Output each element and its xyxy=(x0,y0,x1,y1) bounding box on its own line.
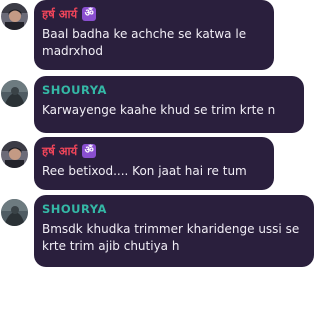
message-text: Bmsdk khudka trimmer kharidenge ussi se … xyxy=(42,222,300,253)
sender-name[interactable]: हर्ष आर्य xyxy=(42,7,77,22)
sender-name[interactable]: हर्ष आर्य xyxy=(42,144,77,159)
message-text: Karwayenge kaahe khud se trim krte n xyxy=(42,103,276,117)
om-badge-icon: ॐ xyxy=(82,7,97,21)
avatar-shourya[interactable] xyxy=(1,199,28,226)
avatar-shourya-image xyxy=(1,80,28,107)
sender-name[interactable]: SHOURYA xyxy=(42,202,107,216)
avatar-harsh-image xyxy=(1,3,28,30)
sender-name[interactable]: SHOURYA xyxy=(42,83,107,97)
message-bubble[interactable]: हर्ष आर्य ॐ Baal badha ke achche se katw… xyxy=(34,0,274,70)
message-text: Ree betixod.... Kon jaat hai re tum xyxy=(42,164,247,178)
message-bubble[interactable]: SHOURYA Bmsdk khudka trimmer kharidenge … xyxy=(34,195,314,267)
om-badge-icon: ॐ xyxy=(82,144,97,158)
chat-thread: हर्ष आर्य ॐ Baal badha ke achche se katw… xyxy=(0,0,320,316)
avatar-harsh-image xyxy=(1,141,28,168)
avatar-shourya[interactable] xyxy=(1,80,28,107)
avatar-shourya-image xyxy=(1,199,28,226)
message-bubble[interactable]: SHOURYA Karwayenge kaahe khud se trim kr… xyxy=(34,76,304,133)
message-text: Baal badha ke achche se katwa le madrxho… xyxy=(42,27,247,58)
avatar-harsh[interactable] xyxy=(1,141,28,168)
avatar-harsh[interactable] xyxy=(1,3,28,30)
message-bubble[interactable]: हर्ष आर्य ॐ Ree betixod.... Kon jaat hai… xyxy=(34,137,274,190)
